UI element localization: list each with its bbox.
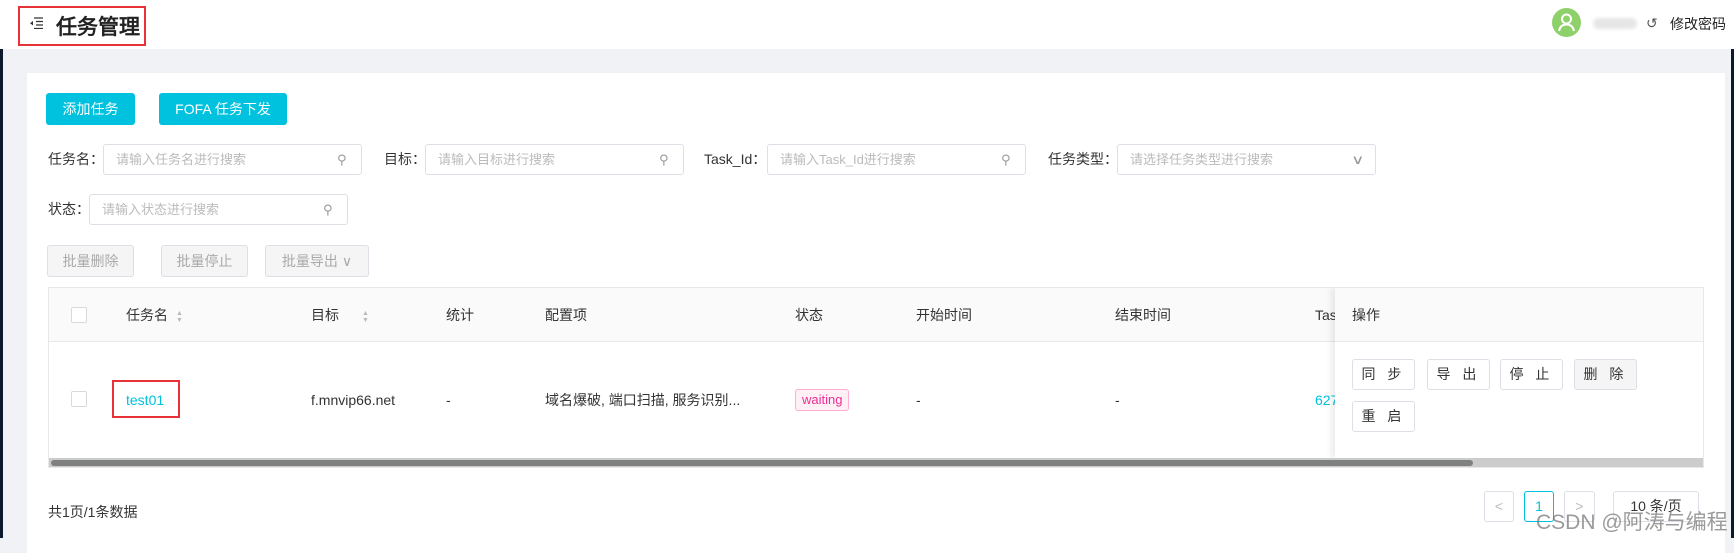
avatar[interactable] <box>1552 8 1581 37</box>
status-label: 状态： <box>48 201 90 217</box>
pagination-summary: 共1页/1条数据 <box>48 504 138 520</box>
sort-icon[interactable]: ▲ ▼ <box>362 310 369 324</box>
batch-stop-button[interactable]: 批量停止 <box>161 245 248 277</box>
task-id-label: Task_Id： <box>704 151 767 167</box>
task-name-label: 任务名： <box>48 151 104 167</box>
search-icon[interactable]: ⚲ <box>659 144 669 175</box>
column-header-target[interactable]: 目标 <box>311 288 339 342</box>
batch-delete-button[interactable]: 批量删除 <box>47 245 134 277</box>
menu-fold-icon[interactable] <box>29 17 43 29</box>
restart-button[interactable]: 重 启 <box>1352 401 1415 432</box>
column-header-task-name[interactable]: 任务名 <box>126 288 168 342</box>
column-header-status: 状态 <box>795 307 823 323</box>
prev-page-button[interactable]: < <box>1484 491 1514 522</box>
actions-header: 操作 <box>1335 288 1703 342</box>
chevron-down-icon[interactable]: ∨ <box>1351 144 1364 175</box>
username-blurred <box>1593 18 1637 29</box>
task-type-placeholder: 请选择任务类型进行搜索 <box>1130 152 1274 167</box>
column-header-stats: 统计 <box>446 307 474 323</box>
task-table: 任务名 ▲ ▼ 目标 ▲ ▼ 统计 配置项 状态 开始时间 结束时间 Tas tes… <box>48 287 1704 468</box>
user-icon <box>1558 13 1575 32</box>
watermark: CSDN @阿涛与编程 <box>1536 511 1728 534</box>
add-task-button[interactable]: 添加任务 <box>46 93 135 125</box>
delete-button[interactable]: 删 除 <box>1574 359 1637 390</box>
sync-button[interactable]: 同 步 <box>1352 359 1415 390</box>
actions-column: 操作 同 步 导 出 停 止 删 除 重 启 <box>1335 288 1703 458</box>
task-name-link[interactable]: test01 <box>126 342 164 458</box>
target-cell: f.mnvip66.net <box>311 392 396 408</box>
top-header: 任务管理 ↺ 修改密码 <box>0 0 1734 49</box>
scrollbar-thumb[interactable] <box>51 460 1473 466</box>
task-type-select[interactable]: 请选择任务类型进行搜索 <box>1117 144 1376 175</box>
batch-export-button[interactable]: 批量导出 ∨ <box>265 245 369 277</box>
task-name-search-input[interactable] <box>103 144 362 175</box>
sort-icon[interactable]: ▲ ▼ <box>176 310 183 324</box>
status-search-input[interactable] <box>89 194 348 225</box>
column-header-start-time: 开始时间 <box>916 307 972 323</box>
change-password-link[interactable]: 修改密码 <box>1670 14 1726 34</box>
search-icon[interactable]: ⚲ <box>1001 144 1011 175</box>
start-time-cell: - <box>916 392 921 408</box>
fofa-task-button[interactable]: FOFA 任务下发 <box>159 93 287 125</box>
row-checkbox[interactable] <box>71 391 87 407</box>
search-icon[interactable]: ⚲ <box>323 194 333 225</box>
export-button[interactable]: 导 出 <box>1427 359 1490 390</box>
column-header-actions: 操作 <box>1352 307 1380 323</box>
batch-export-label: 批量导出 <box>281 253 338 269</box>
target-label: 目标： <box>384 151 426 167</box>
column-header-config: 配置项 <box>545 307 587 323</box>
stop-button[interactable]: 停 止 <box>1500 359 1563 390</box>
target-search-input[interactable] <box>425 144 684 175</box>
column-header-task-id: Tas <box>1315 307 1337 323</box>
end-time-cell: - <box>1115 392 1120 408</box>
stats-cell: - <box>446 392 451 408</box>
select-all-checkbox[interactable] <box>71 307 87 323</box>
logout-icon[interactable]: ↺ <box>1646 15 1658 32</box>
task-type-label: 任务类型： <box>1048 151 1118 167</box>
column-header-end-time: 结束时间 <box>1115 307 1171 323</box>
chevron-down-icon: ∨ <box>341 253 353 269</box>
search-icon[interactable]: ⚲ <box>337 144 347 175</box>
config-cell: 域名爆破, 端口扫描, 服务识别... <box>545 392 741 408</box>
page-title: 任务管理 <box>56 16 140 39</box>
window-edge-left <box>0 0 3 538</box>
horizontal-scrollbar[interactable] <box>49 458 1703 467</box>
task-id-search-input[interactable] <box>767 144 1026 175</box>
status-badge: waiting <box>795 389 850 411</box>
